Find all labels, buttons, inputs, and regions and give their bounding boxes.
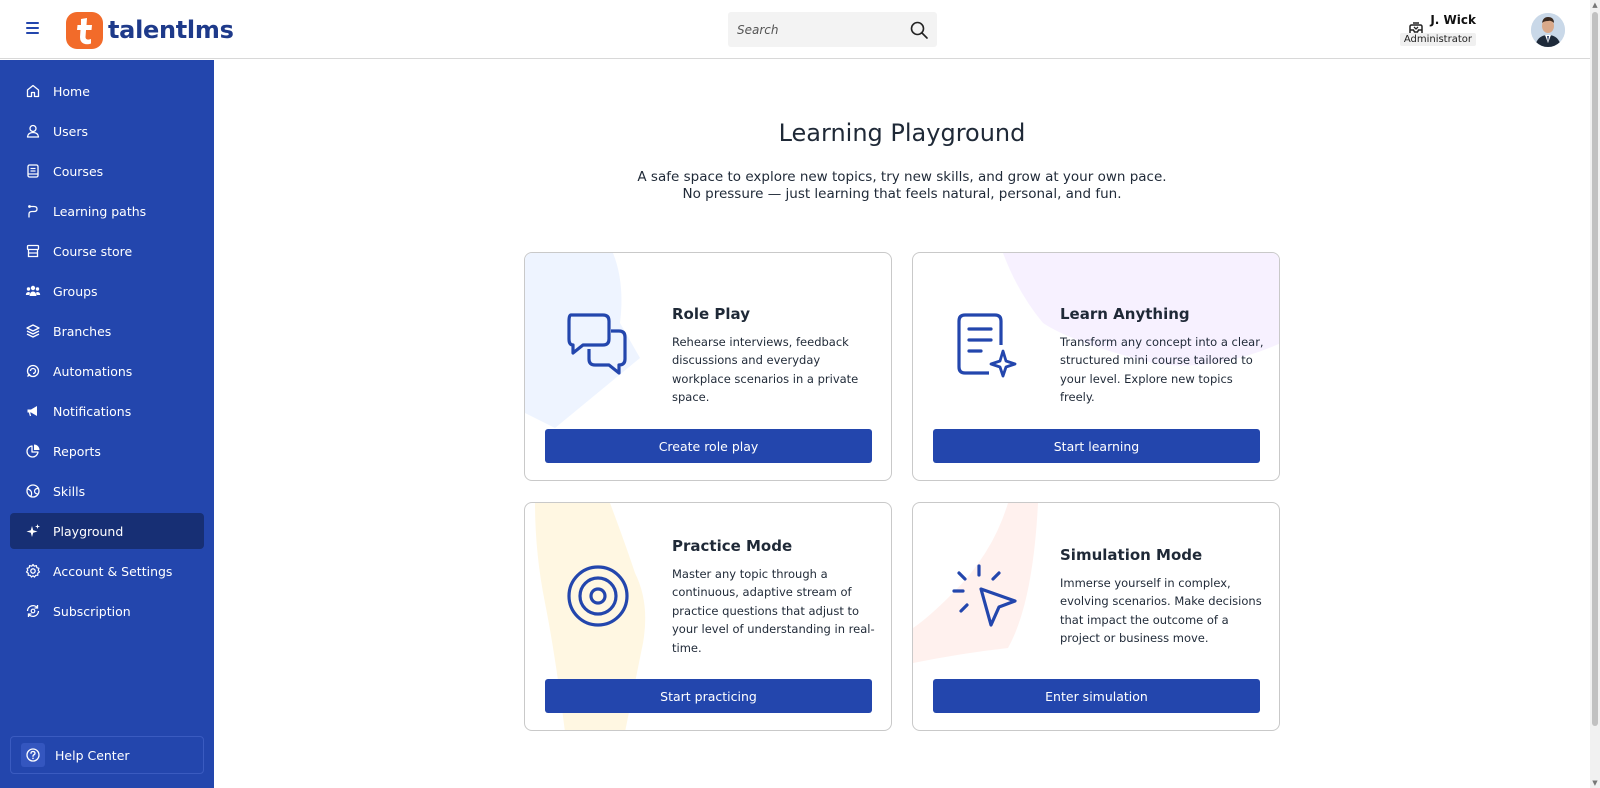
sidebar-item-label: Users bbox=[53, 123, 89, 139]
subtitle-line-1: A safe space to explore new topics, try … bbox=[637, 169, 1167, 185]
sidebar-item-label: Playground bbox=[53, 523, 124, 539]
page-title: Learning Playground bbox=[778, 119, 1026, 147]
chat-bubbles-icon bbox=[567, 313, 627, 375]
sidebar-item-label: Courses bbox=[53, 163, 104, 179]
pie-chart-icon bbox=[25, 443, 41, 459]
card-title: Practice Mode bbox=[672, 537, 793, 555]
enter-simulation-button[interactable]: Enter simulation bbox=[933, 679, 1260, 713]
page-scrollbar[interactable]: ▲ ▼ bbox=[1590, 0, 1600, 788]
book-icon bbox=[25, 163, 41, 179]
help-center-label: Help Center bbox=[55, 747, 130, 763]
cursor-click-icon bbox=[952, 564, 1017, 627]
sidebar-item-courses[interactable]: Courses bbox=[10, 153, 204, 189]
logo-icon bbox=[66, 11, 103, 49]
layers-icon bbox=[25, 323, 41, 339]
top-header: talentlms J. Wick Administrator bbox=[0, 0, 1590, 59]
gear-icon bbox=[25, 563, 41, 579]
sidebar-item-reports[interactable]: Reports bbox=[10, 433, 204, 469]
learn-anything-card: Learn Anything Transform any concept int… bbox=[912, 252, 1280, 481]
sidebar-item-account-settings[interactable]: Account & Settings bbox=[10, 553, 204, 589]
card-title: Simulation Mode bbox=[1060, 546, 1203, 564]
simulation-mode-card: Simulation Mode Immerse yourself in comp… bbox=[912, 502, 1280, 731]
card-title: Role Play bbox=[672, 305, 750, 323]
avatar[interactable] bbox=[1531, 13, 1565, 47]
scroll-thumb[interactable] bbox=[1592, 12, 1598, 726]
sidebar-item-branches[interactable]: Branches bbox=[10, 313, 204, 349]
search-input[interactable] bbox=[728, 12, 903, 47]
sidebar-item-users[interactable]: Users bbox=[10, 113, 204, 149]
sidebar-item-notifications[interactable]: Notifications bbox=[10, 393, 204, 429]
sidebar-item-learning-paths[interactable]: Learning paths bbox=[10, 193, 204, 229]
role-play-card: Role Play Rehearse interviews, feedback … bbox=[524, 252, 892, 481]
target-icon bbox=[567, 565, 629, 627]
sidebar: Home Users Courses Learning paths Course… bbox=[0, 60, 214, 788]
scroll-up-arrow-icon[interactable]: ▲ bbox=[1591, 1, 1599, 9]
sidebar-item-subscription[interactable]: Subscription bbox=[10, 593, 204, 629]
sidebar-item-label: Automations bbox=[53, 363, 133, 379]
groups-icon bbox=[25, 283, 41, 299]
help-center-button[interactable]: Help Center bbox=[10, 736, 204, 774]
search-icon[interactable] bbox=[909, 20, 929, 40]
scroll-down-arrow-icon[interactable]: ▼ bbox=[1591, 779, 1599, 787]
card-description: Immerse yourself in complex, evolving sc… bbox=[1060, 576, 1262, 646]
sidebar-item-label: Learning paths bbox=[53, 203, 147, 219]
card-description: Rehearse interviews, feedback discussion… bbox=[672, 335, 859, 405]
user-role-badge: Administrator bbox=[1399, 33, 1476, 46]
sidebar-item-home[interactable]: Home bbox=[10, 73, 204, 109]
globe-icon bbox=[25, 483, 41, 499]
sidebar-item-playground[interactable]: Playground bbox=[10, 513, 204, 549]
start-learning-button[interactable]: Start learning bbox=[933, 429, 1260, 463]
sidebar-item-automations[interactable]: Automations bbox=[10, 353, 204, 389]
store-icon bbox=[25, 243, 41, 259]
refresh-gear-icon bbox=[25, 603, 41, 619]
card-description: Master any topic through a continuous, a… bbox=[672, 567, 875, 655]
sidebar-item-skills[interactable]: Skills bbox=[10, 473, 204, 509]
logo[interactable]: talentlms bbox=[66, 11, 234, 49]
automation-icon bbox=[25, 363, 41, 379]
menu-icon[interactable] bbox=[26, 22, 40, 36]
start-practicing-button[interactable]: Start practicing bbox=[545, 679, 872, 713]
card-description: Transform any concept into a clear, stru… bbox=[1060, 335, 1264, 405]
sidebar-item-label: Reports bbox=[53, 443, 101, 459]
user-info[interactable]: J. Wick Administrator bbox=[1399, 13, 1476, 46]
path-icon bbox=[25, 203, 41, 219]
create-role-play-button[interactable]: Create role play bbox=[545, 429, 872, 463]
sidebar-item-course-store[interactable]: Course store bbox=[10, 233, 204, 269]
practice-mode-card: Practice Mode Master any topic through a… bbox=[524, 502, 892, 731]
home-icon bbox=[25, 83, 41, 99]
sidebar-item-label: Skills bbox=[53, 483, 86, 499]
sidebar-item-label: Groups bbox=[53, 283, 98, 299]
question-circle-icon bbox=[21, 743, 45, 767]
sidebar-item-label: Notifications bbox=[53, 403, 132, 419]
document-sparkle-icon bbox=[957, 313, 1017, 378]
sidebar-item-label: Subscription bbox=[53, 603, 131, 619]
sidebar-item-label: Course store bbox=[53, 243, 133, 259]
page-subtitle: A safe space to explore new topics, try … bbox=[214, 169, 1590, 203]
sidebar-item-label: Account & Settings bbox=[53, 563, 173, 579]
user-name: J. Wick bbox=[1430, 13, 1476, 27]
sidebar-item-groups[interactable]: Groups bbox=[10, 273, 204, 309]
sidebar-item-label: Branches bbox=[53, 323, 112, 339]
logo-text: talentlms bbox=[108, 16, 234, 44]
search-box bbox=[728, 12, 937, 47]
user-icon bbox=[25, 123, 41, 139]
sidebar-item-label: Home bbox=[53, 83, 90, 99]
subtitle-line-2: No pressure — just learning that feels n… bbox=[682, 186, 1122, 202]
sparkle-icon bbox=[25, 523, 41, 539]
card-title: Learn Anything bbox=[1060, 305, 1190, 323]
megaphone-icon bbox=[25, 403, 41, 419]
